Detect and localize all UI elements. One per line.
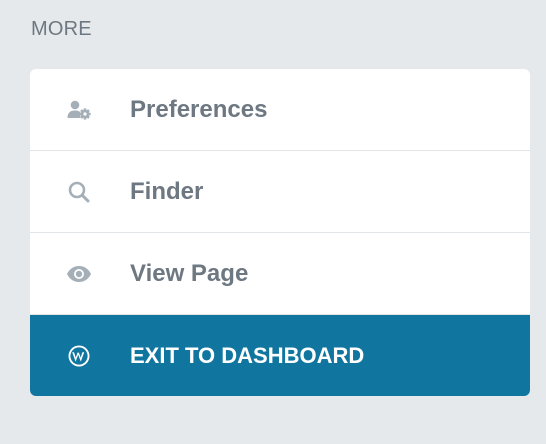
section-title: MORE: [31, 18, 92, 40]
menu-item-preferences[interactable]: Preferences: [30, 69, 530, 150]
menu-item-label: View Page: [130, 259, 249, 287]
eye-icon: [66, 261, 92, 287]
exit-to-dashboard-button[interactable]: EXIT TO DASHBOARD: [30, 315, 530, 396]
menu-item-label: Finder: [130, 177, 204, 205]
wordpress-icon: [66, 343, 92, 369]
menu-item-label: EXIT TO DASHBOARD: [130, 342, 365, 368]
menu-item-finder[interactable]: Finder: [30, 151, 530, 232]
more-menu: Preferences Finder View Page EXIT TO DAS…: [30, 69, 530, 396]
menu-item-label: Preferences: [130, 95, 268, 123]
search-icon: [66, 179, 92, 205]
user-gear-icon: [66, 97, 92, 123]
menu-item-view-page[interactable]: View Page: [30, 233, 530, 314]
